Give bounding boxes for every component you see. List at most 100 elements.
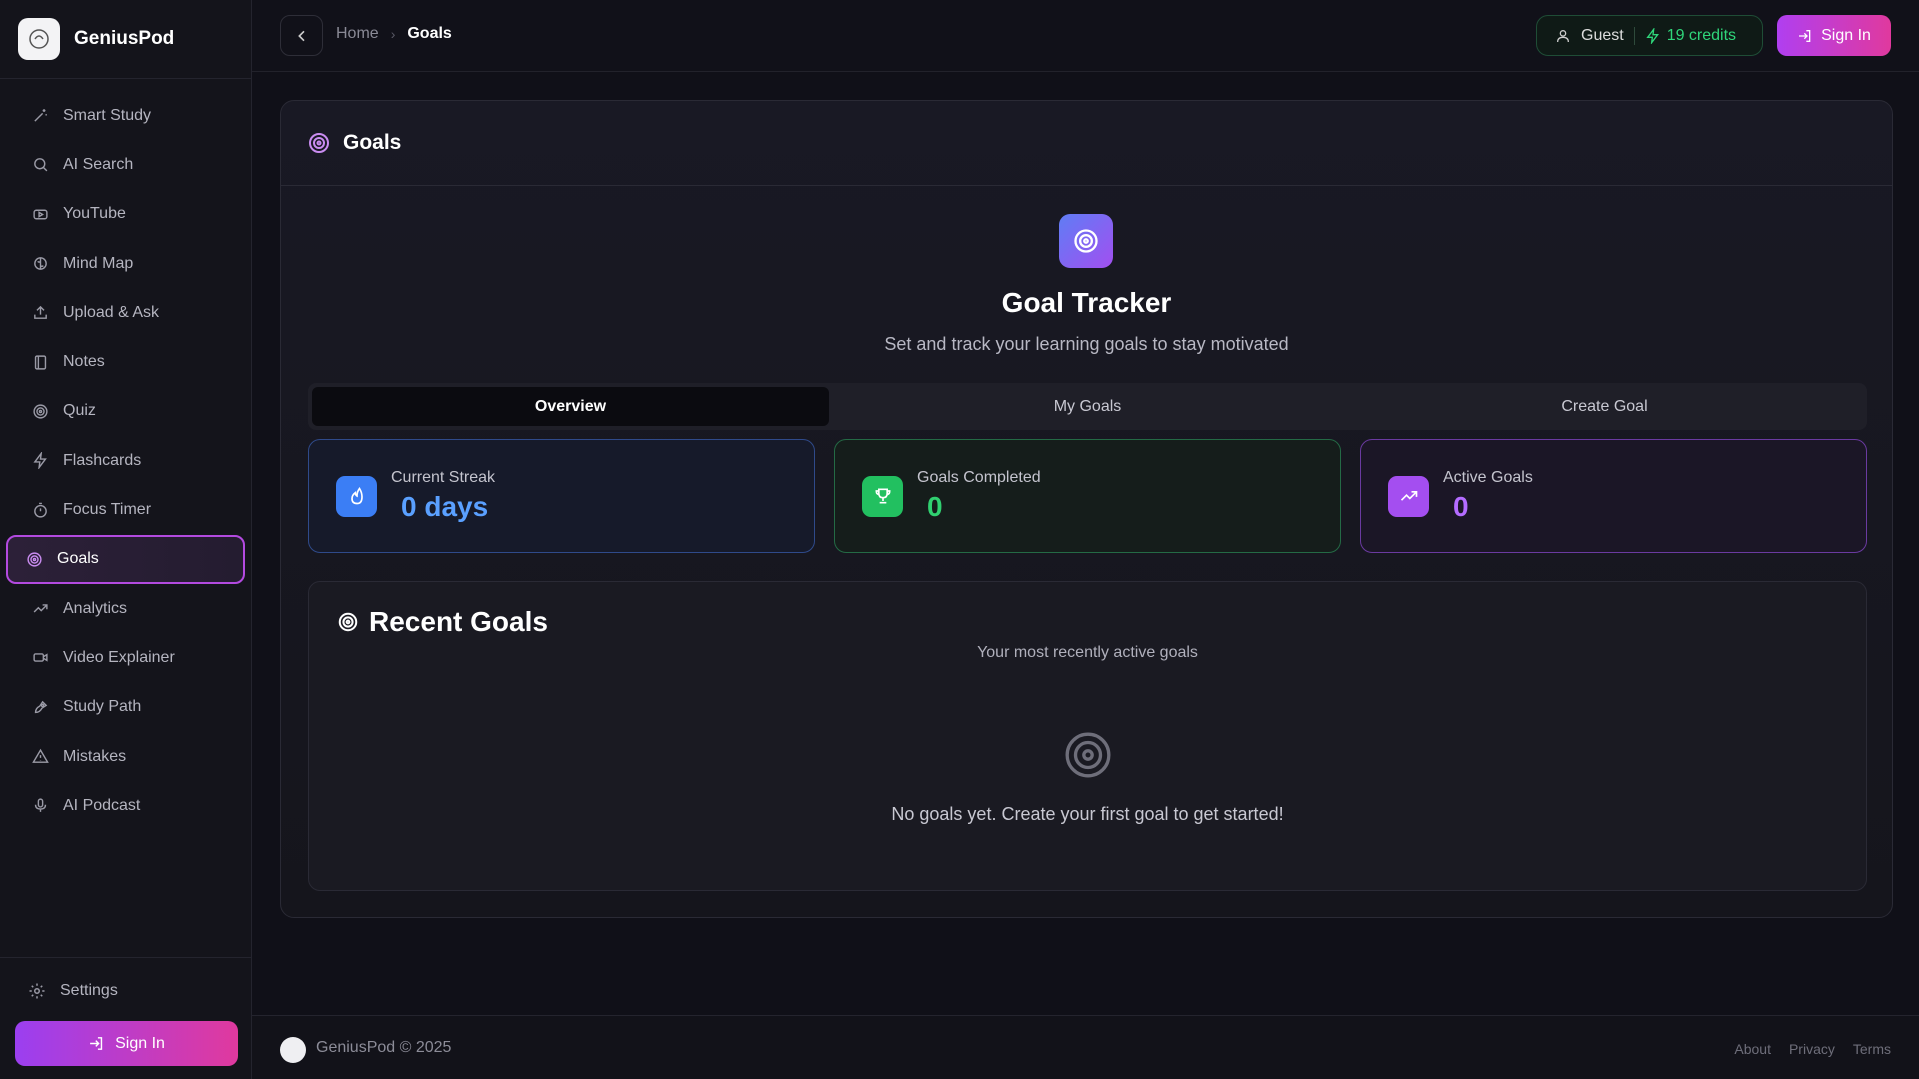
page-subtitle: Set and track your learning goals to sta…: [884, 334, 1289, 354]
trend-icon: [33, 604, 48, 613]
footer-copyright: GeniusPod © 2025: [316, 1039, 452, 1056]
topbar: Home › Goals Guest 19 credits Sign In: [252, 0, 1919, 72]
sidebar-item-analytics[interactable]: Analytics: [6, 584, 245, 633]
stat-value: 0: [1453, 491, 1469, 522]
stats-row: Current Streak 0 days Goals Completed 0 …: [308, 439, 1867, 553]
sidebar-item-flashcards[interactable]: Flashcards: [6, 436, 245, 485]
bolt-icon: [1646, 27, 1659, 44]
sidebar-item-label: YouTube: [63, 205, 126, 223]
warning-icon: [32, 748, 49, 763]
video-icon: [33, 653, 48, 663]
sidebar-item-label: Quiz: [63, 402, 96, 420]
sidebar-item-label: Mind Map: [63, 254, 134, 272]
sidebar-sign-in-label: Sign In: [115, 1034, 165, 1052]
gear-icon: [29, 983, 45, 999]
stat-current-streak: Current Streak 0 days: [308, 439, 815, 553]
target-icon: [27, 552, 42, 567]
mic-icon: [34, 798, 47, 813]
sidebar-sign-in-button[interactable]: Sign In: [15, 1021, 238, 1066]
stat-value: 0: [927, 491, 943, 522]
empty-state-text: No goals yet. Create your first goal to …: [891, 804, 1284, 824]
notebook-icon: [34, 355, 47, 370]
sidebar-item-label: Video Explainer: [63, 648, 175, 666]
sidebar-item-quiz[interactable]: Quiz: [6, 387, 245, 436]
brand[interactable]: GeniusPod: [0, 0, 251, 79]
stat-label: Current Streak: [391, 469, 496, 486]
wand-icon: [34, 109, 47, 122]
sidebar-item-notes[interactable]: Notes: [6, 337, 245, 386]
timer-icon: [34, 502, 47, 518]
page-title: Goal Tracker: [1001, 287, 1172, 318]
sidebar-item-youtube[interactable]: YouTube: [6, 190, 245, 239]
sidebar-item-study-path[interactable]: Study Path: [6, 683, 245, 732]
sidebar-item-ai-podcast[interactable]: AI Podcast: [6, 781, 245, 830]
tab-overview[interactable]: Overview: [312, 387, 829, 426]
sidebar-item-smart-study[interactable]: Smart Study: [6, 91, 245, 140]
sidebar-item-label: Goals: [57, 550, 99, 568]
upload-icon: [34, 306, 47, 320]
sidebar: GeniusPod Smart Study AI Search YouTube …: [0, 0, 252, 1079]
trophy-icon: [862, 475, 903, 517]
tab-create-goal[interactable]: Create Goal: [1346, 387, 1863, 426]
guest-credits-pill[interactable]: Guest 19 credits: [1536, 15, 1763, 56]
sidebar-item-label: AI Podcast: [63, 796, 141, 814]
target-icon: [1065, 732, 1111, 778]
tab-my-goals[interactable]: My Goals: [829, 387, 1346, 426]
brand-name: GeniusPod: [74, 28, 175, 49]
footer-link-privacy[interactable]: Privacy: [1789, 1041, 1835, 1057]
target-icon: [309, 133, 329, 153]
credits-label: 19 credits: [1666, 26, 1737, 44]
stat-label: Active Goals: [1443, 469, 1533, 486]
sidebar-item-mistakes[interactable]: Mistakes: [6, 732, 245, 781]
login-icon: [1799, 29, 1811, 42]
sidebar-item-label: Focus Timer: [63, 501, 152, 519]
sidebar-item-goals[interactable]: Goals: [6, 534, 245, 584]
footer-link-terms[interactable]: Terms: [1853, 1041, 1891, 1057]
brain-icon: [34, 257, 47, 270]
footer-link-about[interactable]: About: [1734, 1041, 1771, 1057]
user-icon: [1557, 29, 1569, 42]
flame-icon: [336, 475, 377, 517]
sidebar-item-label: Notes: [63, 353, 105, 371]
footer-logo-icon: [280, 1037, 306, 1063]
sidebar-item-label: Mistakes: [63, 747, 127, 765]
card-header: Goals: [281, 101, 1892, 186]
recent-goals-panel: Recent Goals Your most recently active g…: [308, 581, 1867, 891]
recent-goals-heading: Recent Goals: [337, 606, 548, 638]
rocket-icon: [34, 700, 48, 713]
recent-goals-title: Recent Goals: [369, 606, 548, 637]
youtube-icon: [33, 209, 48, 220]
sidebar-item-ai-search[interactable]: AI Search: [6, 140, 245, 189]
sidebar-item-label: Analytics: [63, 599, 128, 617]
brand-logo-icon: [18, 18, 60, 60]
recent-goals-subtitle: Your most recently active goals: [977, 644, 1198, 661]
tab-bar: Overview My Goals Create Goal: [308, 383, 1867, 430]
sidebar-item-label: Smart Study: [63, 106, 152, 124]
sidebar-item-label: Flashcards: [63, 451, 142, 469]
stat-label: Goals Completed: [917, 469, 1041, 486]
sidebar-item-mind-map[interactable]: Mind Map: [6, 239, 245, 288]
sidebar-item-label: Upload & Ask: [63, 303, 160, 321]
card-title: Goals: [343, 131, 402, 154]
breadcrumb-current: Goals: [407, 25, 452, 42]
sidebar-item-video-explainer[interactable]: Video Explainer: [6, 633, 245, 682]
search-icon: [34, 158, 48, 172]
sidebar-item-label: AI Search: [63, 155, 134, 173]
sidebar-bottom: Settings Sign In: [0, 957, 252, 1079]
chevron-left-icon: [297, 30, 305, 41]
login-icon: [90, 1037, 103, 1050]
goals-card: Goals Goal Tracker Set and track your le…: [280, 100, 1893, 918]
stat-active-goals: Active Goals 0: [1360, 439, 1867, 553]
settings-label: Settings: [60, 982, 118, 999]
breadcrumb-home[interactable]: Home: [336, 25, 379, 43]
sidebar-item-focus-timer[interactable]: Focus Timer: [6, 485, 245, 534]
back-button[interactable]: [280, 15, 323, 56]
bolt-icon: [33, 452, 47, 470]
topbar-sign-in-button[interactable]: Sign In: [1777, 15, 1891, 56]
settings-link[interactable]: Settings: [0, 958, 252, 1000]
footer: GeniusPod © 2025 About Privacy Terms: [252, 1015, 1919, 1079]
stat-goals-completed: Goals Completed 0: [834, 439, 1341, 553]
stat-value: 0 days: [401, 491, 489, 522]
sidebar-item-upload-ask[interactable]: Upload & Ask: [6, 288, 245, 337]
sidebar-item-label: Study Path: [63, 698, 142, 716]
